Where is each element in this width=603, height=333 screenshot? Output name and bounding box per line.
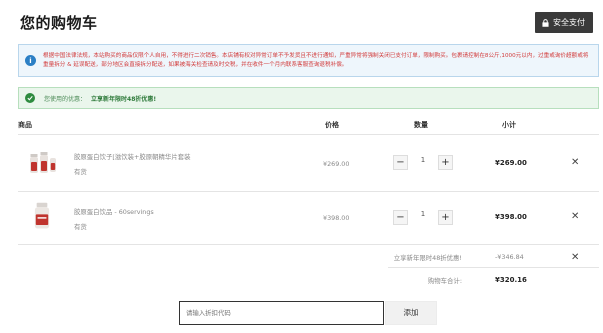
shipping-notice: i 根据中国法律法规，本站购买的商品仅限个人自用，不得进行二次销售。本店铺有权对… [18, 44, 599, 77]
column-header-quantity: 数量 [414, 121, 428, 129]
product-stock: 有货 [74, 223, 87, 231]
product-thumbnail [30, 152, 56, 173]
divider [388, 267, 599, 268]
product-name[interactable]: 胶原蛋白饮品 - 60servings [74, 207, 154, 216]
product-subtotal: ¥269.00 [495, 159, 527, 167]
product-stock: 有货 [74, 168, 87, 176]
column-header-product: 商品 [18, 121, 32, 129]
quantity-decrease-button[interactable]: − [393, 210, 408, 225]
discount-value: -¥346.84 [495, 253, 524, 261]
quantity-increase-button[interactable]: + [438, 210, 453, 225]
cart-row: 胶原蛋白饮品 - 60servings 有货 ¥398.00 − 1 + ¥39… [0, 193, 603, 249]
check-circle-icon [25, 93, 35, 103]
quantity-value[interactable]: 1 [418, 156, 428, 164]
remove-coupon-icon[interactable]: ✕ [571, 253, 579, 263]
page-title: 您的购物车 [20, 14, 98, 32]
discount-label: 立享新年限时48折优惠! [393, 254, 462, 262]
coupon-code: 立享新年限时48折优惠! [91, 95, 157, 103]
secure-checkout-label: 安全支付 [553, 18, 585, 27]
discount-code-input[interactable] [179, 301, 384, 325]
column-header-subtotal: 小计 [502, 121, 516, 129]
quantity-decrease-button[interactable]: − [393, 155, 408, 170]
notice-text: 根据中国法律法规，本站购买的商品仅限个人自用，不得进行二次销售。本店铺有权对异常… [43, 52, 589, 68]
cart-total-value: ¥320.16 [495, 276, 527, 284]
product-subtotal: ¥398.00 [495, 213, 527, 221]
divider [18, 134, 599, 135]
lock-icon [542, 18, 549, 27]
coupon-applied-message: 您使用的优惠： 立享新年限时48折优惠! [18, 87, 599, 109]
quantity-increase-button[interactable]: + [438, 155, 453, 170]
product-thumbnail [34, 202, 50, 229]
divider [18, 244, 599, 245]
apply-discount-button[interactable]: 添加 [385, 301, 437, 325]
remove-item-icon[interactable]: ✕ [571, 158, 579, 168]
cart-row: 胶原蛋白饮子[滋饮装+胶原朝精华片套装 有货 ¥269.00 − 1 + ¥26… [0, 136, 603, 192]
remove-item-icon[interactable]: ✕ [571, 212, 579, 222]
coupon-label: 您使用的优惠： [44, 95, 87, 103]
product-price: ¥269.00 [323, 160, 350, 168]
product-price: ¥398.00 [323, 214, 350, 222]
divider [18, 191, 599, 192]
secure-checkout-button[interactable]: 安全支付 [535, 12, 593, 33]
product-name[interactable]: 胶原蛋白饮子[滋饮装+胶原朝精华片套装 [74, 152, 191, 161]
column-header-price: 价格 [325, 121, 339, 129]
info-icon: i [25, 55, 36, 66]
quantity-value[interactable]: 1 [418, 210, 428, 218]
cart-total-label: 购物车合计: [427, 277, 462, 285]
